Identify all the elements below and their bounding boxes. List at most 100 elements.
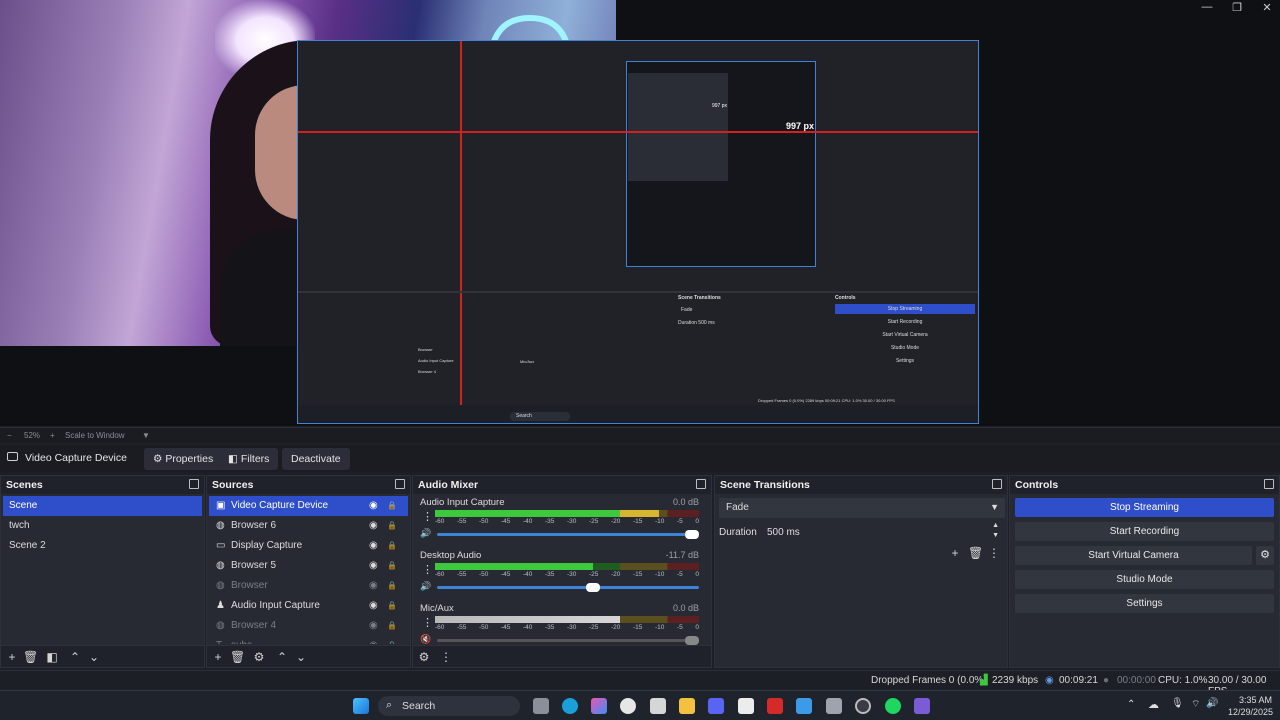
duration-input[interactable]: 500 ms ▲ ▼ <box>763 522 1005 542</box>
wifi-icon[interactable]: ⌔ <box>1191 698 1200 711</box>
spotify-icon[interactable] <box>885 698 901 714</box>
visibility-eye-icon[interactable]: ◉ <box>369 596 378 616</box>
lock-icon[interactable]: 🔒 <box>387 556 397 576</box>
filter-icon[interactable]: ◧ <box>45 650 59 664</box>
volume-slider[interactable] <box>437 583 699 592</box>
scale-mode[interactable]: Scale to Window <box>65 431 125 440</box>
spin-down-icon[interactable]: ▼ <box>992 532 999 539</box>
zoom-in-button[interactable]: + <box>50 431 55 440</box>
kebab-menu-icon[interactable]: ⋮ <box>422 563 433 576</box>
preview-canvas[interactable]: — ❐ ✕ 997 px 997 px Scene Transitions Fa… <box>0 0 1280 426</box>
lock-icon[interactable]: 🔒 <box>387 616 397 636</box>
visibility-eye-icon[interactable]: ◉ <box>369 536 378 556</box>
chevron-down-icon[interactable]: ⌄ <box>87 650 101 664</box>
source-item[interactable]: ◍ Browser 4 ◉ 🔒 <box>209 616 408 636</box>
studio-mode-button[interactable]: Studio Mode <box>1015 570 1274 589</box>
source-item[interactable]: ◍ Browser 6 ◉ 🔒 <box>209 516 408 536</box>
clock-time[interactable]: 3:35 AM <box>1239 695 1272 705</box>
kebab-menu-icon[interactable]: ⋮ <box>439 650 453 664</box>
edge-icon[interactable] <box>562 698 578 714</box>
lock-icon[interactable]: 🔒 <box>387 596 397 616</box>
settings-icon[interactable] <box>826 698 842 714</box>
trash-icon[interactable]: 🗑 <box>230 650 245 664</box>
visibility-eye-icon[interactable]: ◉ <box>369 556 378 576</box>
add-icon[interactable]: + <box>948 546 962 560</box>
chevron-down-icon[interactable]: ▼ <box>142 431 150 440</box>
chevron-down-icon[interactable]: ⌄ <box>294 650 308 664</box>
visibility-eye-icon[interactable]: ◉ <box>369 616 378 636</box>
add-icon[interactable]: + <box>211 650 225 664</box>
chevron-up-icon[interactable]: ⌃ <box>275 650 289 664</box>
add-icon[interactable]: + <box>5 650 19 664</box>
visibility-eye-icon[interactable]: ◉ <box>369 496 378 516</box>
copilot-icon[interactable] <box>591 698 607 714</box>
settings-button[interactable]: Settings <box>1015 594 1274 613</box>
store-icon[interactable] <box>650 698 666 714</box>
chevron-up-icon[interactable]: ⌃ <box>1127 699 1135 710</box>
obs-icon[interactable] <box>855 698 871 714</box>
source-item[interactable]: ▭ Display Capture ◉ 🔒 <box>209 536 408 556</box>
deactivate-button[interactable]: Deactivate <box>282 448 350 470</box>
kebab-menu-icon[interactable]: ⋮ <box>422 616 433 629</box>
kebab-menu-icon[interactable]: ⋮ <box>987 546 1001 560</box>
source-item[interactable]: ♟ Audio Input Capture ◉ 🔒 <box>209 596 408 616</box>
volume-slider-handle[interactable] <box>685 530 699 539</box>
lock-icon[interactable]: 🔒 <box>387 636 397 644</box>
scene-item[interactable]: Scene 2 <box>3 536 202 556</box>
source-item[interactable]: ▣ Video Capture Device ◉ 🔒 <box>209 496 408 516</box>
task-view-icon[interactable] <box>533 698 549 714</box>
file-explorer-icon[interactable] <box>679 698 695 714</box>
volume-icon[interactable]: 🔊 <box>1206 698 1218 709</box>
lock-icon[interactable]: 🔒 <box>387 496 397 516</box>
lock-icon[interactable]: 🔒 <box>387 576 397 596</box>
transition-select[interactable]: Fade ▼ <box>719 498 1005 518</box>
app-purple-icon[interactable] <box>914 698 930 714</box>
start-virtual-camera-button[interactable]: Start Virtual Camera <box>1015 546 1252 565</box>
volume-slider[interactable] <box>437 530 699 539</box>
speaker-icon[interactable]: 🔇 <box>420 634 431 645</box>
trash-icon[interactable]: 🗑 <box>23 650 38 664</box>
visibility-eye-icon[interactable]: ◉ <box>369 576 378 596</box>
virtual-camera-settings-button[interactable]: ⚙ <box>1256 546 1274 565</box>
start-recording-button[interactable]: Start Recording <box>1015 522 1274 541</box>
scene-item[interactable]: twch <box>3 516 202 536</box>
windows-start-icon[interactable] <box>353 698 369 714</box>
app-icon[interactable] <box>620 698 636 714</box>
visibility-eye-icon[interactable]: ◉ <box>369 636 378 644</box>
cloud-icon[interactable]: ☁ <box>1148 698 1159 711</box>
lock-icon[interactable]: 🔒 <box>387 516 397 536</box>
gear-icon[interactable]: ⚙ <box>252 650 266 664</box>
source-item[interactable]: Tsubs ◉ 🔒 <box>209 636 408 644</box>
undock-icon[interactable] <box>992 479 1002 489</box>
clock-date[interactable]: 12/29/2025 <box>1228 707 1273 717</box>
maximize-button[interactable]: ❐ <box>1222 1 1252 15</box>
filters-button[interactable]: ◧ Filters <box>219 448 279 470</box>
visibility-eye-icon[interactable]: ◉ <box>369 516 378 536</box>
photos-icon[interactable] <box>796 698 812 714</box>
lock-icon[interactable]: 🔒 <box>387 536 397 556</box>
undock-icon[interactable] <box>189 479 199 489</box>
spin-up-icon[interactable]: ▲ <box>992 522 999 529</box>
speaker-icon[interactable]: 🔊 <box>420 581 431 592</box>
undock-icon[interactable] <box>395 479 405 489</box>
microphone-icon[interactable]: 🎙 <box>1171 698 1184 709</box>
minimize-button[interactable]: — <box>1192 1 1222 15</box>
discord-icon[interactable] <box>708 698 724 714</box>
close-button[interactable]: ✕ <box>1252 1 1280 15</box>
volume-slider-handle[interactable] <box>685 636 699 645</box>
zoom-out-button[interactable]: − <box>7 431 12 440</box>
notepad-icon[interactable] <box>738 698 754 714</box>
undock-icon[interactable] <box>1264 479 1274 489</box>
properties-button[interactable]: ⚙ Properties <box>144 448 223 470</box>
chevron-up-icon[interactable]: ⌃ <box>68 650 82 664</box>
volume-slider-handle[interactable] <box>585 583 600 592</box>
stop-streaming-button[interactable]: Stop Streaming <box>1015 498 1274 517</box>
mixer-settings-icon[interactable]: ⚙ <box>417 650 431 664</box>
taskbar-search[interactable]: ⌕ Search <box>378 696 520 716</box>
scene-item[interactable]: Scene <box>3 496 202 516</box>
undock-icon[interactable] <box>696 479 706 489</box>
source-item[interactable]: ◍ Browser 5 ◉ 🔒 <box>209 556 408 576</box>
volume-slider[interactable] <box>437 636 699 645</box>
source-item[interactable]: ◍ Browser ◉ 🔒 <box>209 576 408 596</box>
app-red-icon[interactable] <box>767 698 783 714</box>
